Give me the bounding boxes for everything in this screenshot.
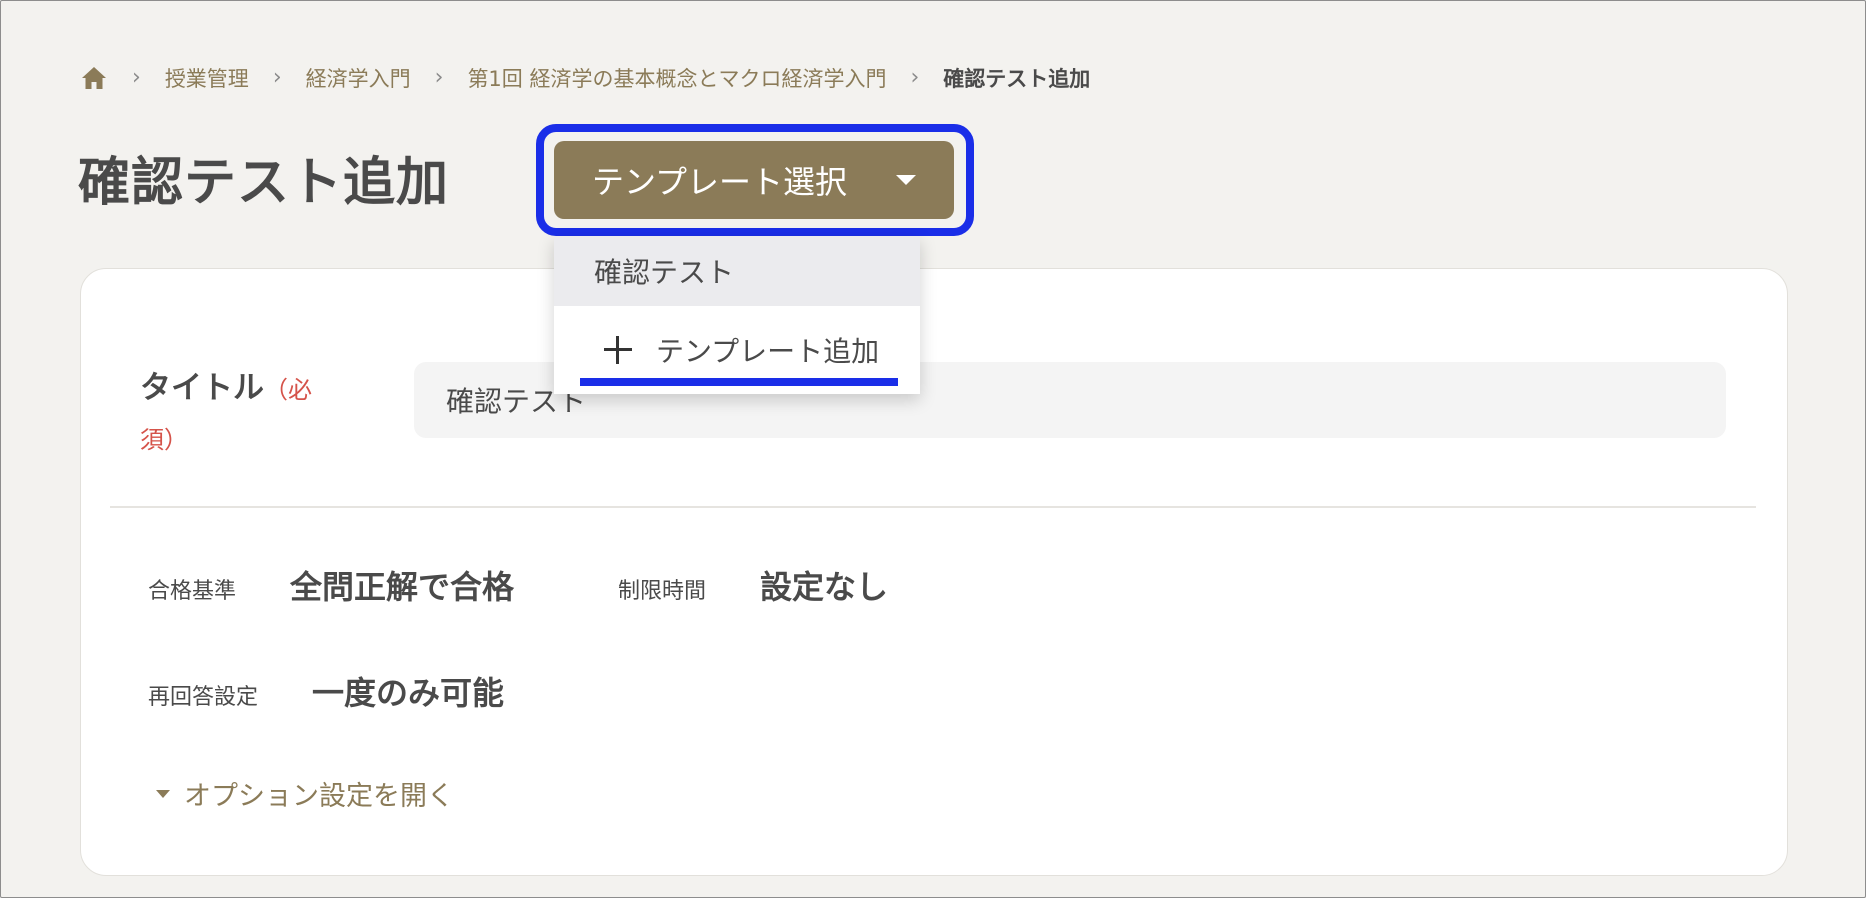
pass-criteria-value: 全問正解で合格 xyxy=(290,568,515,606)
time-limit-label: 制限時間 xyxy=(618,579,707,604)
title-label-text: タイトル xyxy=(140,370,264,406)
options-toggle[interactable]: オプション設定を開く xyxy=(156,774,454,813)
add-template-label: テンプレート追加 xyxy=(656,335,880,368)
menu-item-template[interactable]: 確認テスト xyxy=(554,236,920,306)
pass-criteria-setting: 合格基準 全問正解で合格 xyxy=(148,562,514,608)
breadcrumb-separator: › xyxy=(910,65,920,90)
plus-icon xyxy=(604,336,632,364)
options-toggle-label: オプション設定を開く xyxy=(184,781,454,812)
chevron-down-icon xyxy=(896,175,916,185)
add-template-highlight xyxy=(580,378,898,386)
divider xyxy=(110,506,1756,508)
time-limit-setting: 制限時間 設定なし xyxy=(618,562,888,608)
retry-label: 再回答設定 xyxy=(148,685,259,710)
pass-criteria-label: 合格基準 xyxy=(148,579,237,604)
home-icon[interactable] xyxy=(80,66,108,90)
breadcrumb-item-lesson[interactable]: 第1回 経済学の基本概念とマクロ経済学入門 xyxy=(467,63,886,93)
breadcrumb: › 授業管理 › 経済学入門 › 第1回 経済学の基本概念とマクロ経済学入門 ›… xyxy=(80,62,1090,94)
breadcrumb-separator: › xyxy=(272,65,282,90)
breadcrumb-item-course[interactable]: 経済学入門 xyxy=(306,63,411,93)
caret-down-icon xyxy=(156,789,170,798)
menu-item-template-label: 確認テスト xyxy=(594,256,735,289)
template-select-label: テンプレート選択 xyxy=(592,163,848,201)
breadcrumb-separator: › xyxy=(132,65,141,90)
template-dropdown-menu: 確認テスト テンプレート追加 xyxy=(554,236,920,394)
time-limit-value: 設定なし xyxy=(760,568,889,606)
breadcrumb-item-class-management[interactable]: 授業管理 xyxy=(165,63,249,93)
retry-value: 一度のみ可能 xyxy=(312,674,505,712)
page-title: 確認テスト追加 xyxy=(78,153,450,213)
retry-setting: 再回答設定 一度のみ可能 xyxy=(148,668,504,714)
breadcrumb-current: 確認テスト追加 xyxy=(943,67,1091,91)
template-select-button[interactable]: テンプレート選択 xyxy=(554,141,954,219)
title-field-label: タイトル（必須） xyxy=(140,364,340,464)
breadcrumb-separator: › xyxy=(434,65,444,90)
